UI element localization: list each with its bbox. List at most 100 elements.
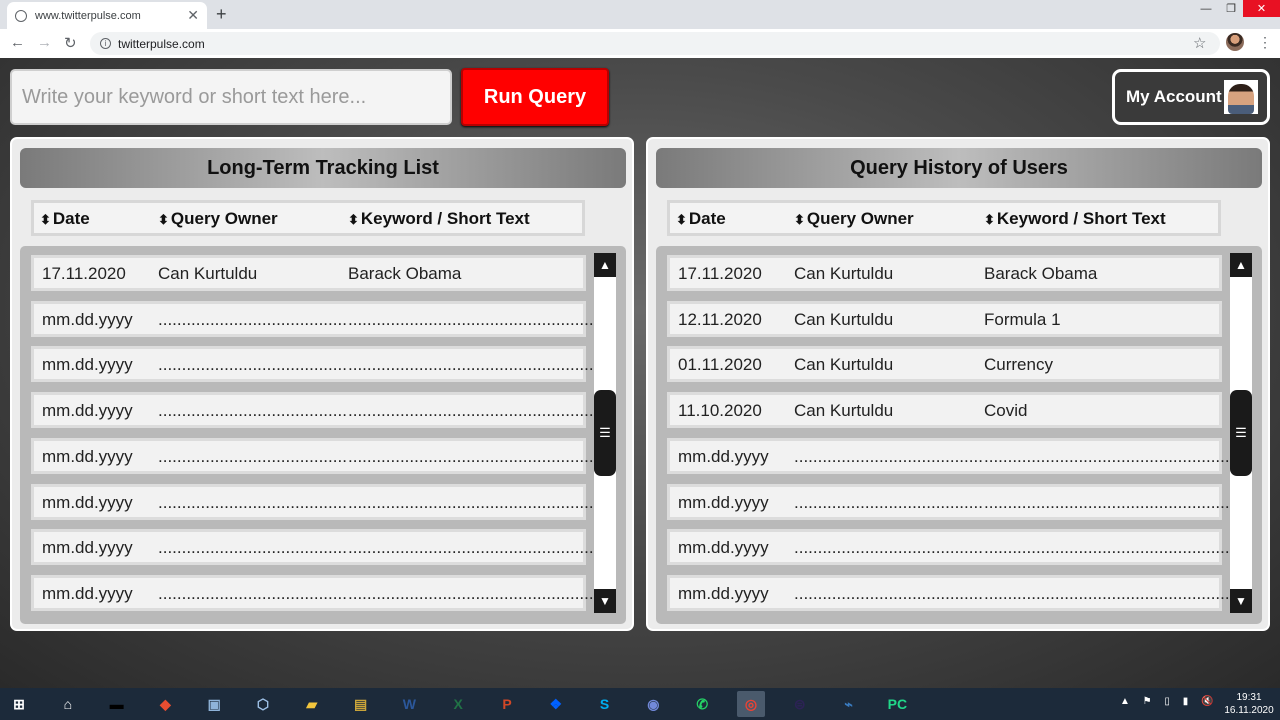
table-row[interactable]: mm.dd.yyyy..............................…	[667, 574, 1234, 611]
run-query-button[interactable]: Run Query	[461, 68, 609, 126]
home-icon[interactable]: ⌂	[54, 691, 82, 717]
tracking-list-column-header: ⬍ Date ⬍ Query Owner ⬍ Keyword / Short Text	[31, 200, 585, 236]
scroll-up-icon[interactable]: ▲	[594, 253, 616, 277]
row-keyword: Barack Obama	[348, 264, 462, 283]
profile-avatar-icon[interactable]	[1226, 33, 1244, 51]
tab-title: www.twitterpulse.com	[35, 9, 141, 22]
table-row[interactable]: mm.dd.yyyy..............................…	[31, 300, 598, 337]
sort-by-keyword-header[interactable]: ⬍ Keyword / Short Text	[348, 209, 530, 229]
table-row[interactable]: 17.11.2020 Can Kurtuldu Barack Obama	[667, 255, 1222, 291]
sort-by-date-header[interactable]: ⬍ Date	[40, 209, 90, 229]
taskbar-clock[interactable]: 19:31 16.11.2020	[1222, 691, 1276, 717]
row-query-owner: Can Kurtuldu	[794, 401, 894, 421]
back-arrow-icon[interactable]: ←	[10, 34, 25, 51]
excel-icon[interactable]: X	[444, 691, 472, 717]
row-keyword: ........................................…	[348, 446, 599, 466]
scroll-thumb[interactable]: ☰	[594, 390, 616, 476]
terminal-icon[interactable]: ▬	[103, 691, 131, 717]
query-history-scrollbar[interactable]: ▲ ☰ ▼	[1230, 253, 1252, 613]
bookmark-star-icon[interactable]: ☆	[1193, 34, 1206, 52]
system-tray-icons[interactable]: ▲ ⚑ ▯ ▮ 🔇	[1120, 696, 1218, 707]
app-page: Write your keyword or short text here...…	[0, 58, 1280, 688]
sort-by-owner-header[interactable]: ⬍ Query Owner	[158, 209, 278, 229]
file-explorer-icon[interactable]: ▰	[298, 691, 326, 717]
table-row[interactable]: mm.dd.yyyy..............................…	[31, 483, 598, 520]
discord-icon[interactable]: ◉	[639, 691, 667, 717]
row-query-owner: Can Kurtuldu	[794, 309, 894, 329]
sort-icon: ⬍	[676, 212, 687, 227]
my-account-button[interactable]: My Account	[1112, 69, 1270, 125]
table-row[interactable]: mm.dd.yyyy..............................…	[667, 437, 1234, 474]
word-icon[interactable]: W	[395, 691, 423, 717]
virtualbox-icon[interactable]: ⬡	[249, 691, 277, 717]
table-row[interactable]: mm.dd.yyyy..............................…	[667, 529, 1234, 566]
forward-arrow-icon[interactable]: →	[37, 34, 52, 51]
table-row[interactable]: mm.dd.yyyy..............................…	[31, 392, 598, 429]
window-close-button[interactable]: ✕	[1243, 0, 1280, 17]
row-date: 17.11.2020	[678, 264, 762, 283]
sort-by-date-header[interactable]: ⬍ Date	[676, 209, 726, 229]
whatsapp-icon[interactable]: ✆	[688, 691, 716, 717]
row-keyword: ........................................…	[984, 492, 1235, 512]
row-keyword: ........................................…	[984, 583, 1235, 603]
dropbox-icon[interactable]: ❖	[542, 691, 570, 717]
row-keyword: ........................................…	[984, 538, 1235, 558]
table-row[interactable]: mm.dd.yyyy..............................…	[31, 574, 598, 611]
skype-icon[interactable]: S	[591, 691, 619, 717]
site-info-icon[interactable]: i	[100, 38, 111, 49]
row-keyword: ........................................…	[348, 538, 599, 558]
chrome-icon[interactable]: ◎	[737, 691, 765, 717]
tracking-list-rows: 17.11.2020 Can Kurtuldu Barack Obama mm.dd.…	[20, 246, 626, 624]
row-date: 01.11.2020	[678, 355, 762, 375]
row-date: mm.dd.yyyy	[42, 309, 133, 329]
table-row[interactable]: 11.10.2020 Can Kurtuldu Covid	[667, 392, 1222, 429]
row-query-owner: ........................................	[158, 492, 347, 512]
row-date: mm.dd.yyyy	[42, 355, 133, 375]
mysql-workbench-icon[interactable]: ⌁	[835, 691, 863, 717]
row-date: mm.dd.yyyy	[42, 583, 133, 603]
table-row[interactable]: mm.dd.yyyy..............................…	[31, 529, 598, 566]
browser-tab[interactable]: www.twitterpulse.com ✕	[7, 2, 207, 29]
address-bar[interactable]: i twitterpulse.com	[90, 32, 1220, 55]
powerpoint-icon[interactable]: P	[493, 691, 521, 717]
window-maximize-button[interactable]: ❐	[1219, 0, 1243, 17]
row-query-owner: ........................................	[794, 492, 983, 512]
git-icon[interactable]: ◆	[151, 691, 179, 717]
table-row[interactable]: mm.dd.yyyy..............................…	[31, 437, 598, 474]
table-row[interactable]: 01.11.2020 Can Kurtuldu Currency	[667, 346, 1222, 383]
sort-icon: ⬍	[40, 212, 51, 227]
scroll-down-icon[interactable]: ▼	[1230, 589, 1252, 613]
scroll-up-icon[interactable]: ▲	[1230, 253, 1252, 277]
row-keyword: Formula 1	[984, 309, 1061, 329]
row-date: 17.11.2020	[42, 264, 126, 283]
table-row[interactable]: 17.11.2020 Can Kurtuldu Barack Obama	[31, 255, 586, 291]
scroll-down-icon[interactable]: ▼	[594, 589, 616, 613]
browser-menu-icon[interactable]: ⋮	[1258, 34, 1272, 51]
row-query-owner: ........................................	[158, 583, 347, 603]
scroll-thumb[interactable]: ☰	[1230, 390, 1252, 476]
table-row[interactable]: mm.dd.yyyy..............................…	[667, 483, 1234, 520]
row-date: mm.dd.yyyy	[678, 538, 769, 558]
sort-by-owner-header[interactable]: ⬍ Query Owner	[794, 209, 914, 229]
new-tab-button[interactable]: +	[216, 4, 227, 25]
remote-desktop-icon[interactable]: ▣	[200, 691, 228, 717]
eclipse-icon[interactable]: ⊜	[786, 691, 814, 717]
tracking-list-title: Long-Term Tracking List	[20, 148, 626, 188]
keyword-search-input[interactable]: Write your keyword or short text here...	[10, 69, 452, 125]
windows-taskbar: ⊞ ⌂ ▬ ◆ ▣ ⬡ ▰ ▤ W X P ❖ S ◉ ✆ ◎ ⊜ ⌁ PC ▲ ⚑ ▯ ▮ 🔇 19:31 16.…	[0, 688, 1280, 720]
table-row[interactable]: mm.dd.yyyy..............................…	[31, 346, 598, 383]
window-minimize-button[interactable]: —	[1193, 0, 1219, 17]
pycharm-icon[interactable]: PC	[883, 691, 911, 717]
sort-by-keyword-header[interactable]: ⬍ Keyword / Short Text	[984, 209, 1166, 229]
browser-tab-strip: www.twitterpulse.com ✕ + — ❐ ✕	[0, 0, 1280, 29]
reload-icon[interactable]: ↻	[64, 34, 77, 52]
tracking-list-scrollbar[interactable]: ▲ ☰ ▼	[594, 253, 616, 613]
sort-icon: ⬍	[348, 212, 359, 227]
row-keyword: Currency	[984, 355, 1053, 375]
tracking-list-panel: Long-Term Tracking List ⬍ Date ⬍ Query Own…	[10, 137, 634, 631]
archive-icon[interactable]: ▤	[347, 691, 375, 717]
table-row[interactable]: 12.11.2020 Can Kurtuldu Formula 1	[667, 300, 1222, 337]
windows-start-icon[interactable]: ⊞	[5, 691, 33, 717]
row-query-owner: ........................................	[158, 538, 347, 558]
tab-close-icon[interactable]: ✕	[187, 7, 199, 24]
